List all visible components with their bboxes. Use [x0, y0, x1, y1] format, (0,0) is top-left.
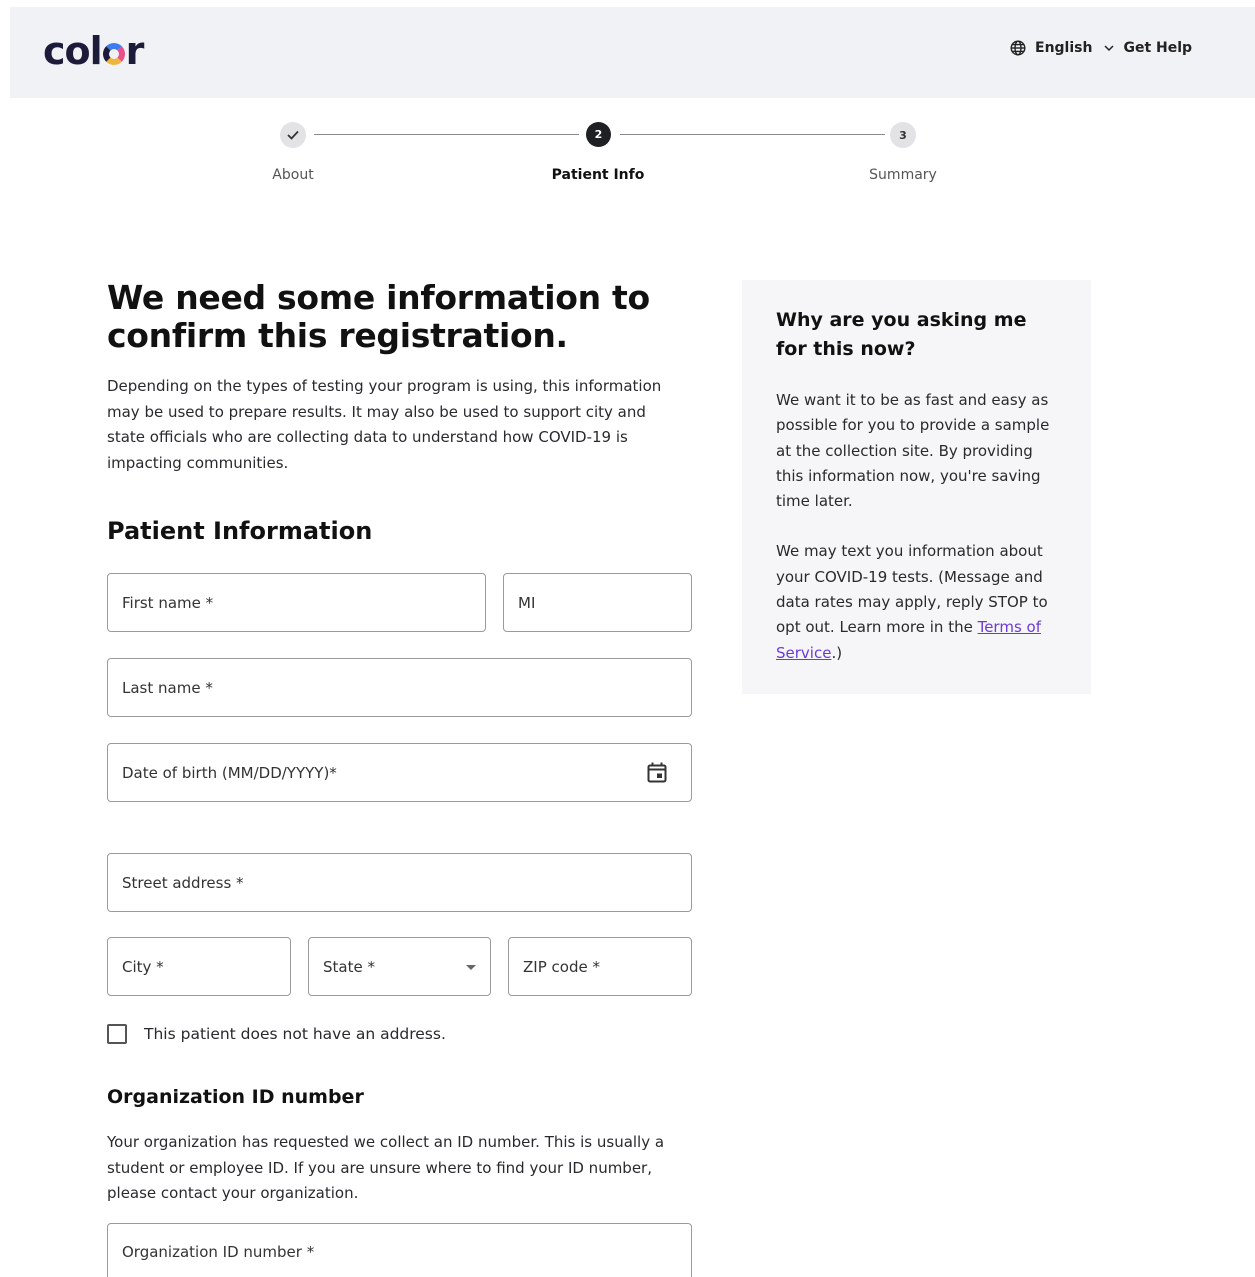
- zip-code-input[interactable]: ZIP code *: [508, 937, 692, 996]
- organization-id-description: Your organization has requested we colle…: [107, 1133, 665, 1202]
- logo-text-start: col: [43, 29, 103, 73]
- no-address-checkbox[interactable]: [107, 1024, 127, 1044]
- step-label-patient-info: Patient Info: [551, 167, 645, 183]
- step-summary-marker: 3: [890, 122, 916, 148]
- language-label: English: [1035, 40, 1093, 56]
- why-asking-panel: Why are you asking me for this now? We w…: [742, 280, 1091, 694]
- no-address-label: This patient does not have an address.: [144, 1025, 446, 1043]
- step-label-about: About: [272, 167, 314, 183]
- city-input[interactable]: City *: [107, 937, 291, 996]
- last-name-placeholder: Last name *: [122, 678, 213, 697]
- step-connector: [314, 134, 579, 135]
- section-title-patient-information: Patient Information: [107, 517, 373, 545]
- organization-id-input[interactable]: Organization ID number *: [107, 1223, 692, 1277]
- why-asking-paragraph-1: We want it to be as fast and easy as pos…: [776, 391, 1050, 511]
- step-about-check-icon: [280, 122, 306, 148]
- language-selector[interactable]: English Get Help: [1010, 40, 1192, 56]
- step-patient-info-marker: 2: [586, 122, 611, 147]
- city-placeholder: City *: [122, 957, 164, 976]
- get-help-link[interactable]: Get Help: [1123, 40, 1192, 56]
- street-address-input[interactable]: Street address *: [107, 853, 692, 912]
- logo-ring-icon: [102, 43, 125, 65]
- no-address-checkbox-row[interactable]: This patient does not have an address.: [107, 1024, 446, 1044]
- state-placeholder: State *: [323, 957, 375, 976]
- sms-text-end: .): [831, 643, 843, 662]
- last-name-input[interactable]: Last name *: [107, 658, 692, 717]
- intro-text: Depending on the types of testing your p…: [107, 377, 662, 472]
- first-name-placeholder: First name *: [122, 593, 214, 612]
- top-header: col r English Get Help: [10, 7, 1255, 98]
- first-name-input[interactable]: First name *: [107, 573, 486, 632]
- state-select[interactable]: State *: [308, 937, 491, 996]
- organization-id-title: Organization ID number: [107, 1086, 364, 1108]
- step-connector: [620, 134, 885, 135]
- why-asking-paragraph-2: We may text you information about your C…: [776, 539, 1057, 665]
- dropdown-arrow-icon: [466, 965, 476, 970]
- organization-id-placeholder: Organization ID number *: [122, 1243, 315, 1261]
- globe-icon: [1010, 40, 1026, 56]
- why-asking-title: Why are you asking me for this now?: [776, 309, 1027, 360]
- calendar-icon[interactable]: [647, 762, 667, 783]
- middle-initial-placeholder: MI: [518, 593, 536, 612]
- page-title: We need some information to confirm this…: [107, 278, 650, 355]
- color-logo[interactable]: col r: [43, 29, 145, 73]
- middle-initial-input[interactable]: MI: [503, 573, 692, 632]
- step-label-summary: Summary: [869, 167, 937, 183]
- logo-text-end: r: [125, 29, 145, 73]
- zip-code-placeholder: ZIP code *: [523, 957, 600, 976]
- date-of-birth-placeholder: Date of birth (MM/DD/YYYY)*: [122, 763, 337, 782]
- chevron-down-icon: [1104, 44, 1114, 51]
- date-of-birth-input[interactable]: Date of birth (MM/DD/YYYY)*: [107, 743, 692, 802]
- street-address-placeholder: Street address *: [122, 873, 244, 892]
